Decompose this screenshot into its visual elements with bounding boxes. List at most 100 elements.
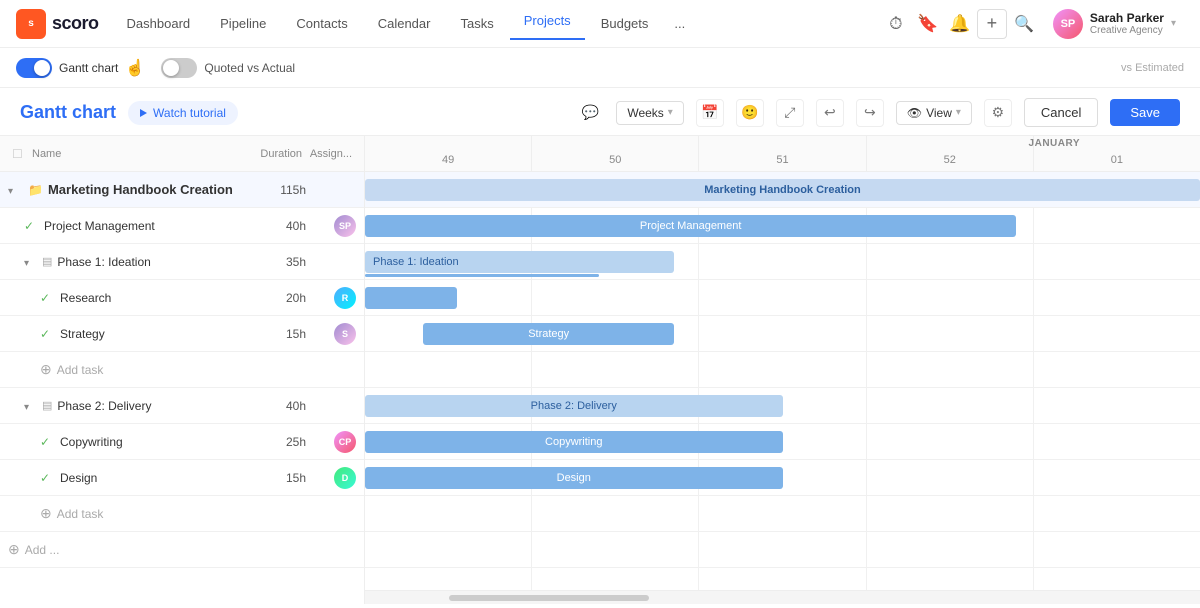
gantt-row: Phase 2: Delivery — [365, 388, 1200, 424]
logo[interactable]: s scoro — [16, 9, 99, 39]
list-item: ▾ 📁 Marketing Handbook Creation 115h — [0, 172, 364, 208]
add-icon[interactable]: + — [977, 9, 1007, 39]
settings-icon[interactable]: ⚙ — [984, 99, 1012, 127]
list-item: ✓ Project Management 40h SP — [0, 208, 364, 244]
row-name: Phase 2: Delivery — [57, 399, 151, 413]
folder-icon: 📁 — [28, 183, 43, 197]
gantt-bar[interactable]: Phase 2: Delivery — [365, 395, 783, 417]
user-company: Creative Agency — [1090, 25, 1164, 36]
check-icon: ✓ — [40, 327, 50, 341]
nav-item-budgets[interactable]: Budgets — [587, 10, 663, 37]
expand-icon[interactable]: ▾ — [24, 258, 29, 269]
cancel-button[interactable]: Cancel — [1024, 98, 1098, 127]
week-num: 52 — [944, 154, 956, 166]
week-headers: JANUARY 49 50 51 52 01 — [365, 136, 1200, 172]
row-assign: S — [306, 323, 356, 345]
gantt-bar[interactable]: Phase 1: Ideation — [365, 251, 674, 273]
duration-col-header: Duration — [242, 148, 302, 160]
list-item[interactable]: ⊕ Add task — [0, 352, 364, 388]
week-col-51: 51 — [699, 136, 866, 171]
chevron-down-icon: ▾ — [668, 107, 673, 118]
gantt-row — [365, 352, 1200, 388]
undo-icon[interactable]: ↩ — [816, 99, 844, 127]
weeks-dropdown[interactable]: Weeks ▾ — [616, 101, 684, 125]
row-assign: D — [306, 467, 356, 489]
add-group-label: Add ... — [25, 543, 60, 557]
nav-item-pipeline[interactable]: Pipeline — [206, 10, 280, 37]
gantt-bar[interactable]: Marketing Handbook Creation — [365, 179, 1200, 201]
gantt-row: Phase 1: Ideation — [365, 244, 1200, 280]
right-panel: JANUARY 49 50 51 52 01 — [365, 136, 1200, 604]
nav-item-dashboard[interactable]: Dashboard — [113, 10, 205, 37]
gantt-title: Gantt chart — [20, 102, 116, 123]
chevron-down-icon: ▾ — [956, 107, 961, 118]
expand-icon[interactable]: ▾ — [24, 402, 29, 413]
smiley-icon[interactable]: 🙂 — [736, 99, 764, 127]
row-duration: 25h — [246, 435, 306, 449]
check-icon: ✓ — [40, 471, 50, 485]
phase-icon: ▤ — [42, 255, 52, 268]
redo-icon[interactable]: ↪ — [856, 99, 884, 127]
week-col-50: 50 — [532, 136, 699, 171]
quoted-vs-actual-toggle[interactable] — [161, 58, 197, 78]
week-col-49: 49 — [365, 136, 532, 171]
nav-item-contacts[interactable]: Contacts — [282, 10, 361, 37]
top-nav: s scoro Dashboard Pipeline Contacts Cale… — [0, 0, 1200, 48]
timer-icon[interactable]: ⏱ — [881, 9, 911, 39]
row-duration: 35h — [246, 255, 306, 269]
user-profile[interactable]: SP Sarah Parker Creative Agency ▾ — [1045, 5, 1184, 43]
row-assign: SP — [306, 215, 356, 237]
list-item: ✓ Strategy 15h S — [0, 316, 364, 352]
avatar: R — [334, 287, 356, 309]
gantt-bar[interactable] — [365, 287, 457, 309]
row-name: Project Management — [44, 219, 155, 233]
nav-item-more[interactable]: ... — [664, 10, 695, 37]
week-num: 49 — [442, 154, 454, 166]
nav-item-tasks[interactable]: Tasks — [446, 10, 507, 37]
avatar: S — [334, 323, 356, 345]
view-button[interactable]: 👁 View ▾ — [896, 101, 972, 125]
nav-item-projects[interactable]: Projects — [510, 7, 585, 40]
gantt-bar[interactable]: Copywriting — [365, 431, 783, 453]
gantt-row: Project Management — [365, 208, 1200, 244]
week-col-52: 52 — [867, 136, 1034, 171]
list-item[interactable]: ⊕ Add task — [0, 496, 364, 532]
list-item: ✓ Copywriting 25h CP — [0, 424, 364, 460]
gantt-chart-toggle-group: Gantt chart ☝ — [16, 58, 145, 78]
gantt-row: Design — [365, 460, 1200, 496]
checkbox-col: ☐ — [12, 146, 32, 161]
save-button[interactable]: Save — [1110, 99, 1180, 126]
check-icon: ✓ — [40, 291, 50, 305]
gantt-bar[interactable]: Design — [365, 467, 783, 489]
gantt-bar[interactable]: Project Management — [365, 215, 1016, 237]
comment-icon[interactable]: 💬 — [576, 99, 604, 127]
list-item: ▾ ▤ Phase 1: Ideation 35h — [0, 244, 364, 280]
nav-item-calendar[interactable]: Calendar — [364, 10, 445, 37]
expand-icon[interactable]: ▾ — [8, 186, 13, 197]
row-name: Design — [60, 471, 97, 485]
chevron-down-icon: ▾ — [1171, 18, 1176, 29]
month-label: JANUARY — [1029, 138, 1080, 149]
phase-icon: ▤ — [42, 399, 52, 412]
gantt-row — [365, 496, 1200, 532]
list-item[interactable]: ⊕ Add ... — [0, 532, 364, 568]
scrollbar-thumb[interactable] — [449, 595, 649, 601]
list-item: ✓ Research 20h R — [0, 280, 364, 316]
week-num: 01 — [1111, 154, 1123, 166]
row-name: Phase 1: Ideation — [57, 255, 150, 269]
avatar: SP — [1053, 9, 1083, 39]
gantt-header: Gantt chart Watch tutorial 💬 Weeks ▾ 📅 🙂… — [0, 88, 1200, 136]
row-duration: 15h — [246, 471, 306, 485]
bell-icon[interactable]: 🔔 — [945, 9, 975, 39]
expand-icon[interactable]: ⤢ — [776, 99, 804, 127]
horizontal-scrollbar[interactable] — [365, 590, 1200, 604]
bookmark-icon[interactable]: 🔖 — [913, 9, 943, 39]
watch-tutorial-button[interactable]: Watch tutorial — [128, 101, 238, 125]
gantt-bar[interactable]: Strategy — [423, 323, 674, 345]
calendar-icon[interactable]: 📅 — [696, 99, 724, 127]
add-task-icon: ⊕ — [40, 505, 52, 522]
assigned-col-header: Assign... — [302, 148, 352, 160]
gantt-chart-toggle[interactable] — [16, 58, 52, 78]
add-task-icon: ⊕ — [40, 361, 52, 378]
search-icon[interactable]: 🔍 — [1009, 9, 1039, 39]
